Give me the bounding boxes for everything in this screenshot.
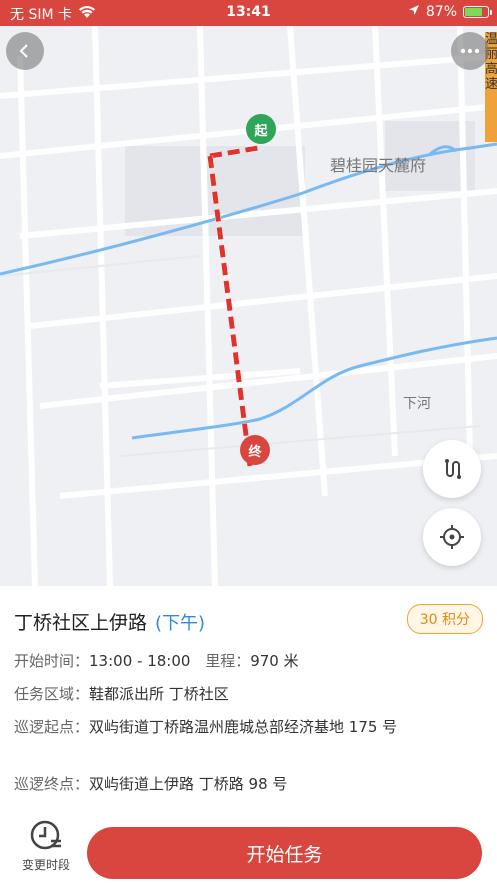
area-label: 任务区域： bbox=[14, 685, 90, 703]
route-button[interactable] bbox=[423, 440, 481, 498]
task-period: (下午) bbox=[155, 612, 206, 634]
end-row: 巡逻终点：双屿街道上伊路 丁桥路 98 号 bbox=[14, 772, 427, 796]
route-icon bbox=[445, 459, 461, 479]
map-view[interactable]: 温丽高速 碧桂园天麓府 下河 起 终 bbox=[0, 26, 497, 586]
battery-percent: 87% bbox=[425, 4, 457, 20]
area-value: 鞋都派出所 丁桥社区 bbox=[89, 685, 229, 703]
clock-icon bbox=[30, 820, 61, 850]
map-roads bbox=[0, 26, 497, 586]
location-arrow-icon bbox=[408, 4, 420, 20]
end-pin[interactable]: 终 bbox=[240, 435, 270, 465]
area-row: 任务区域：鞋都派出所 丁桥社区 bbox=[14, 682, 427, 706]
more-dots-icon bbox=[460, 48, 480, 54]
chevron-left-icon bbox=[19, 44, 28, 58]
task-panel: 丁桥社区上伊路 (下午) 30 积分 开始时间：13:00 - 18:00 里程… bbox=[0, 586, 497, 883]
distance-label: 里程： bbox=[205, 652, 251, 670]
bottom-action-bar: 变更时段 开始任务 bbox=[0, 815, 497, 883]
points-badge: 30 积分 bbox=[406, 604, 483, 634]
battery-icon bbox=[463, 6, 492, 18]
crosshair-icon bbox=[440, 525, 464, 549]
end-value: 双屿街道上伊路 丁桥路 98 号 bbox=[89, 775, 288, 793]
locate-button[interactable] bbox=[423, 508, 481, 566]
poi-village-label: 下河 bbox=[403, 396, 431, 412]
status-bar: 无 SIM 卡 13:41 87% bbox=[0, 0, 497, 26]
start-value: 双屿街道丁桥路温州鹿城总部经济基地 175 号 bbox=[89, 718, 398, 736]
change-period-label: 变更时段 bbox=[21, 858, 70, 872]
time-row: 开始时间：13:00 - 18:00 里程：970 米 bbox=[14, 649, 427, 673]
time-value: 13:00 - 18:00 bbox=[89, 652, 191, 670]
distance-value: 970 米 bbox=[250, 652, 299, 670]
start-row: 巡逻起点：双屿街道丁桥路温州鹿城总部经济基地 175 号 bbox=[14, 715, 427, 739]
start-task-button[interactable]: 开始任务 bbox=[87, 827, 482, 879]
end-label: 巡逻终点： bbox=[14, 775, 90, 793]
start-label: 巡逻起点： bbox=[14, 718, 90, 736]
poi-community-label: 碧桂园天麓府 bbox=[330, 156, 427, 175]
back-button[interactable] bbox=[6, 32, 44, 70]
change-period-button[interactable]: 变更时段 bbox=[14, 819, 78, 873]
more-button[interactable] bbox=[451, 32, 489, 70]
start-pin[interactable]: 起 bbox=[246, 114, 276, 144]
time-label: 开始时间： bbox=[14, 652, 90, 670]
task-title: 丁桥社区上伊路 bbox=[14, 612, 148, 634]
